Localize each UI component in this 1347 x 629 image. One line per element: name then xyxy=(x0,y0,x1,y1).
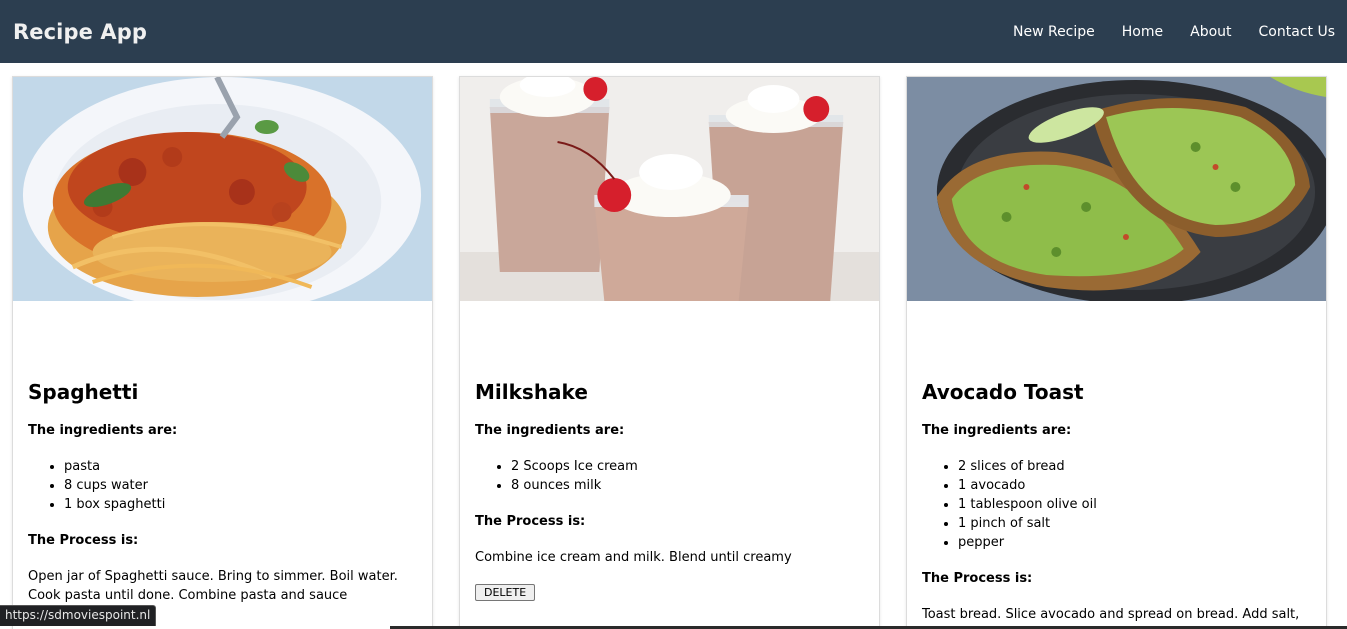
ingredients-label: The ingredients are: xyxy=(28,423,178,438)
recipe-card-body: Avocado Toast The ingredients are: 2 sli… xyxy=(922,380,1314,629)
recipe-card-body: Spaghetti The ingredients are: pasta 8 c… xyxy=(28,380,420,619)
recipe-card-milkshake: Milkshake The ingredients are: 2 Scoops … xyxy=(459,76,880,629)
recipe-card-body: Milkshake The ingredients are: 2 Scoops … xyxy=(475,380,867,601)
ingredients-list: 2 Scoops Ice cream 8 ounces milk xyxy=(511,457,867,495)
ingredient-item: 1 avocado xyxy=(958,476,1314,495)
recipe-card-avocado-toast: Avocado Toast The ingredients are: 2 sli… xyxy=(906,76,1327,629)
avocado-toast-photo xyxy=(907,77,1326,301)
process-label: The Process is: xyxy=(922,571,1033,586)
ingredient-item: pepper xyxy=(958,533,1314,552)
ingredient-item: 1 tablespoon olive oil xyxy=(958,495,1314,514)
ingredient-item: 2 slices of bread xyxy=(958,457,1314,476)
ingredient-item: 8 ounces milk xyxy=(511,476,867,495)
process-label: The Process is: xyxy=(475,514,586,529)
ingredients-list: 2 slices of bread 1 avocado 1 tablespoon… xyxy=(958,457,1314,552)
nav-link-home[interactable]: Home xyxy=(1122,24,1163,40)
navbar: Recipe App New Recipe Home About Contact… xyxy=(0,0,1347,63)
recipe-title: Milkshake xyxy=(475,380,588,404)
nav-link-new-recipe[interactable]: New Recipe xyxy=(1013,24,1095,40)
nav-links: New Recipe Home About Contact Us xyxy=(986,24,1335,40)
milkshake-photo xyxy=(460,77,879,301)
spaghetti-photo xyxy=(13,77,432,301)
ingredient-item: 2 Scoops Ice cream xyxy=(511,457,867,476)
ingredients-label: The ingredients are: xyxy=(475,423,625,438)
recipe-cards: Spaghetti The ingredients are: pasta 8 c… xyxy=(12,76,1327,629)
ingredient-item: 1 pinch of salt xyxy=(958,514,1314,533)
nav-link-contact-us[interactable]: Contact Us xyxy=(1259,24,1335,40)
nav-link-about[interactable]: About xyxy=(1190,24,1231,40)
recipe-card-spaghetti: Spaghetti The ingredients are: pasta 8 c… xyxy=(12,76,433,629)
recipe-title: Avocado Toast xyxy=(922,380,1084,404)
ingredient-item: 8 cups water xyxy=(64,476,420,495)
process-text: Combine ice cream and milk. Blend until … xyxy=(475,550,792,565)
ingredient-item: 1 box spaghetti xyxy=(64,495,420,514)
process-text: Open jar of Spaghetti sauce. Bring to si… xyxy=(28,569,398,603)
link-status-bar: https://sdmoviespoint.nl xyxy=(0,605,157,626)
recipe-title: Spaghetti xyxy=(28,380,139,404)
delete-button[interactable]: DELETE xyxy=(475,584,536,601)
ingredients-list: pasta 8 cups water 1 box spaghetti xyxy=(64,457,420,514)
ingredient-item: pasta xyxy=(64,457,420,476)
app-brand[interactable]: Recipe App xyxy=(13,20,147,44)
process-label: The Process is: xyxy=(28,533,139,548)
ingredients-label: The ingredients are: xyxy=(922,423,1072,438)
